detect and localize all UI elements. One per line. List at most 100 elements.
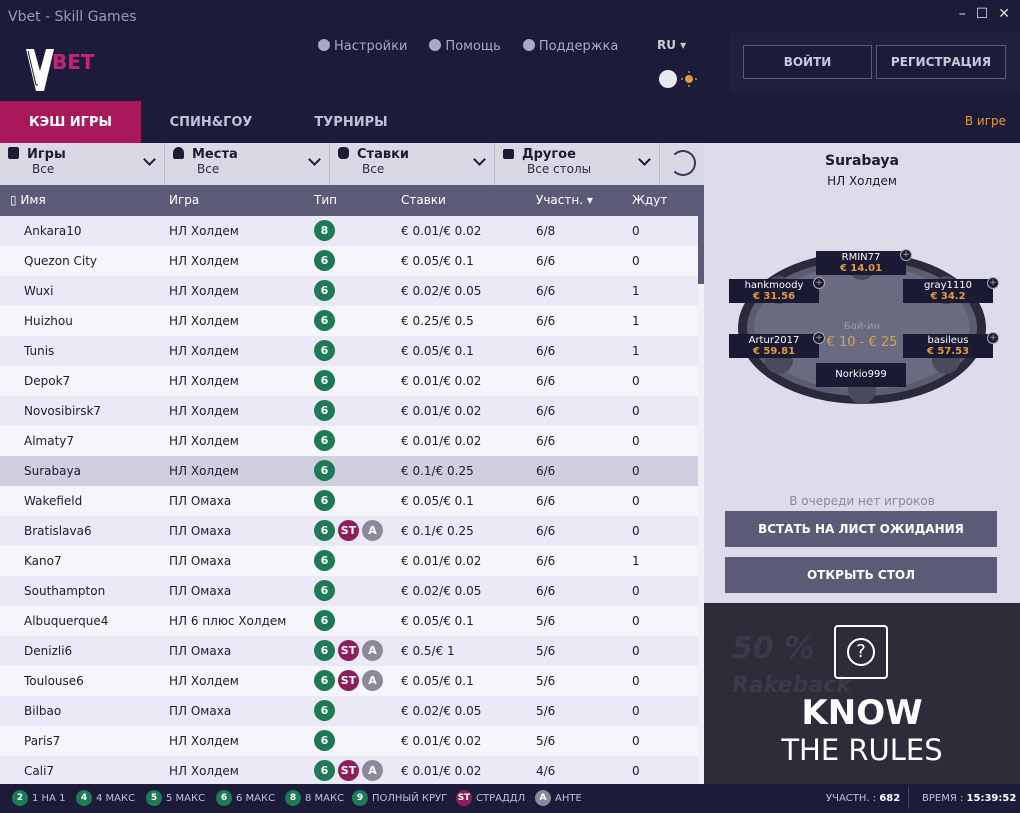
legend-badge: 6	[216, 790, 232, 806]
straddle-badge: ST	[338, 760, 359, 781]
seats-badge: 6	[314, 490, 335, 511]
seat-bottom[interactable]: Norkio999	[816, 363, 906, 387]
straddle-badge: ST	[338, 520, 359, 541]
table-row[interactable]: Depok7 НЛ Холдем € 0.01/€ 0.02 6/6 0 6	[0, 366, 698, 396]
col-players[interactable]: Участн. ▾	[536, 193, 593, 207]
minimize-icon[interactable]: –	[959, 6, 966, 22]
tab-spin-go[interactable]: СПИН&ГОУ	[141, 101, 281, 143]
table-row[interactable]: Southampton ПЛ Омаха € 0.02/€ 0.05 6/6 0 6	[0, 576, 698, 606]
add-icon[interactable]: +	[987, 277, 999, 289]
table-row[interactable]: Kano7 ПЛ Омаха € 0.01/€ 0.02 6/6 1 6	[0, 546, 698, 576]
theme-toggle[interactable]	[658, 69, 698, 89]
seat-bottom-right[interactable]: basileus € 57.53 +	[903, 332, 999, 358]
row-name: Tunis	[24, 344, 55, 358]
open-table-button[interactable]: ОТКРЫТЬ СТОЛ	[725, 557, 997, 593]
seat-bottom-left[interactable]: Artur2017 € 59.81 +	[729, 332, 825, 358]
row-stakes: € 0.02/€ 0.05	[401, 584, 482, 598]
table-row[interactable]: Denizli6 ПЛ Омаха € 0.5/€ 1 5/6 0 6 ST A	[0, 636, 698, 666]
legend-item: 2 1 НА 1	[12, 790, 65, 806]
row-name: Huizhou	[24, 314, 73, 328]
tab-cash-games[interactable]: КЭШ ИГРЫ	[0, 101, 141, 143]
refresh-icon[interactable]	[670, 150, 696, 176]
seats-badge: 6	[314, 250, 335, 271]
row-players: 6/6	[536, 554, 556, 568]
row-name: Denizli6	[24, 644, 73, 658]
language-select[interactable]: RU ▾	[657, 38, 686, 52]
table-row[interactable]: Wakefield ПЛ Омаха € 0.05/€ 0.1 6/6 0 6	[0, 486, 698, 516]
seats-badge: 6	[314, 430, 335, 451]
close-icon[interactable]: ✕	[998, 6, 1010, 22]
seat-top-right[interactable]: gray1110 € 34.2 +	[903, 277, 999, 303]
in-game-link[interactable]: В игре	[965, 114, 1006, 128]
login-button[interactable]: ВОЙТИ	[743, 45, 872, 79]
table-row[interactable]: Toulouse6 НЛ Холдем € 0.05/€ 0.1 5/6 0 6 ST A	[0, 666, 698, 696]
table-row[interactable]: Paris7 НЛ Холдем € 0.01/€ 0.02 5/6 0 6	[0, 726, 698, 756]
row-players: 6/6	[536, 494, 556, 508]
filter-other[interactable]: Другое Все столы	[495, 143, 660, 185]
settings-link[interactable]: Настройки	[318, 39, 407, 54]
col-game[interactable]: Игра	[169, 193, 199, 207]
filter-seats[interactable]: Места Все	[165, 143, 330, 185]
col-waiting[interactable]: Ждут	[632, 193, 667, 207]
promo-subtitle: THE RULES	[781, 733, 943, 767]
row-waiting: 0	[632, 584, 640, 598]
row-stakes: € 0.05/€ 0.1	[401, 614, 474, 628]
row-game: НЛ Холдем	[169, 734, 239, 748]
join-waitlist-button[interactable]: ВСТАТЬ НА ЛИСТ ОЖИДАНИЯ	[725, 511, 997, 547]
table-row[interactable]: Bilbao ПЛ Омаха € 0.02/€ 0.05 5/6 0 6	[0, 696, 698, 726]
table-row[interactable]: Albuquerque4 НЛ 6 плюс Холдем € 0.05/€ 0.1…	[0, 606, 698, 636]
table-row[interactable]: Wuxi НЛ Холдем € 0.02/€ 0.05 6/6 1 6	[0, 276, 698, 306]
table-row[interactable]: Tunis НЛ Холдем € 0.05/€ 0.1 6/6 1 6	[0, 336, 698, 366]
seats-badge: 6	[314, 670, 335, 691]
promo-banner[interactable]: 50 % Rakeback ? KNOW THE RULES	[704, 603, 1020, 784]
row-players: 5/6	[536, 704, 556, 718]
register-button[interactable]: РЕГИСТРАЦИЯ	[876, 45, 1006, 79]
table-row[interactable]: Almaty7 НЛ Холдем € 0.01/€ 0.02 6/6 0 6	[0, 426, 698, 456]
add-icon[interactable]: +	[987, 332, 999, 344]
legend-badge: 9	[352, 790, 368, 806]
col-type[interactable]: Тип	[314, 193, 337, 207]
seat-top-left[interactable]: hankmoody € 31.56 +	[729, 277, 825, 303]
row-players: 6/6	[536, 434, 556, 448]
table-row[interactable]: Huizhou НЛ Холдем € 0.25/€ 0.5 6/6 1 6	[0, 306, 698, 336]
seats-badge: 6	[314, 610, 335, 631]
table-row[interactable]: Bratislava6 ПЛ Омаха € 0.1/€ 0.25 6/6 0 6 ST A	[0, 516, 698, 546]
add-icon[interactable]: +	[900, 249, 912, 261]
table-row[interactable]: Surabaya НЛ Холдем € 0.1/€ 0.25 6/6 0 6	[0, 456, 698, 486]
table-row[interactable]: Novosibirsk7 НЛ Холдем € 0.01/€ 0.02 6/6 0 6	[0, 396, 698, 426]
maximize-icon[interactable]: ☐	[976, 6, 989, 22]
add-icon[interactable]: +	[813, 277, 825, 289]
seats-badge: 6	[314, 520, 335, 541]
row-waiting: 0	[632, 734, 640, 748]
row-stakes: € 0.01/€ 0.02	[401, 734, 482, 748]
support-link[interactable]: Поддержка	[522, 39, 618, 54]
row-players: 6/6	[536, 344, 556, 358]
tab-tournaments[interactable]: ТУРНИРЫ	[281, 101, 421, 143]
filter-games[interactable]: Игры Все	[0, 143, 165, 185]
col-stakes[interactable]: Ставки	[401, 193, 446, 207]
row-players: 4/6	[536, 764, 556, 778]
row-players: 6/6	[536, 374, 556, 388]
row-players: 6/6	[536, 284, 556, 298]
ante-badge: A	[362, 760, 383, 781]
row-stakes: € 0.1/€ 0.25	[401, 524, 474, 538]
straddle-badge: ST	[338, 640, 359, 661]
seat-top[interactable]: RMIN77 € 14.01 +	[816, 249, 912, 275]
legend-item: 9 ПОЛНЫЙ КРУГ	[352, 790, 447, 806]
filter-bar: Игры Все Места Все Ставки Все Другое Все…	[0, 143, 704, 185]
vbet-logo[interactable]: BET	[20, 41, 110, 93]
table-row[interactable]: Ankara10 НЛ Холдем € 0.01/€ 0.02 6/8 0 8	[0, 216, 698, 246]
col-name[interactable]: ▯ Имя	[10, 193, 46, 207]
add-icon[interactable]: +	[813, 332, 825, 344]
row-game: ПЛ Омаха	[169, 494, 232, 508]
row-name: Depok7	[24, 374, 71, 388]
table-row[interactable]: Cali7 НЛ Холдем € 0.01/€ 0.02 4/6 0 6 ST A	[0, 756, 698, 784]
help-link[interactable]: Помощь	[429, 39, 501, 54]
filter-stakes[interactable]: Ставки Все	[330, 143, 495, 185]
table-row[interactable]: Quezon City НЛ Холдем € 0.05/€ 0.1 6/6 0 6	[0, 246, 698, 276]
window-titlebar: Vbet - Skill Games – ☐ ✕	[0, 0, 1020, 33]
row-players: 5/6	[536, 734, 556, 748]
ante-badge: A	[362, 520, 383, 541]
row-stakes: € 0.05/€ 0.1	[401, 344, 474, 358]
seats-badge: 6	[314, 370, 335, 391]
